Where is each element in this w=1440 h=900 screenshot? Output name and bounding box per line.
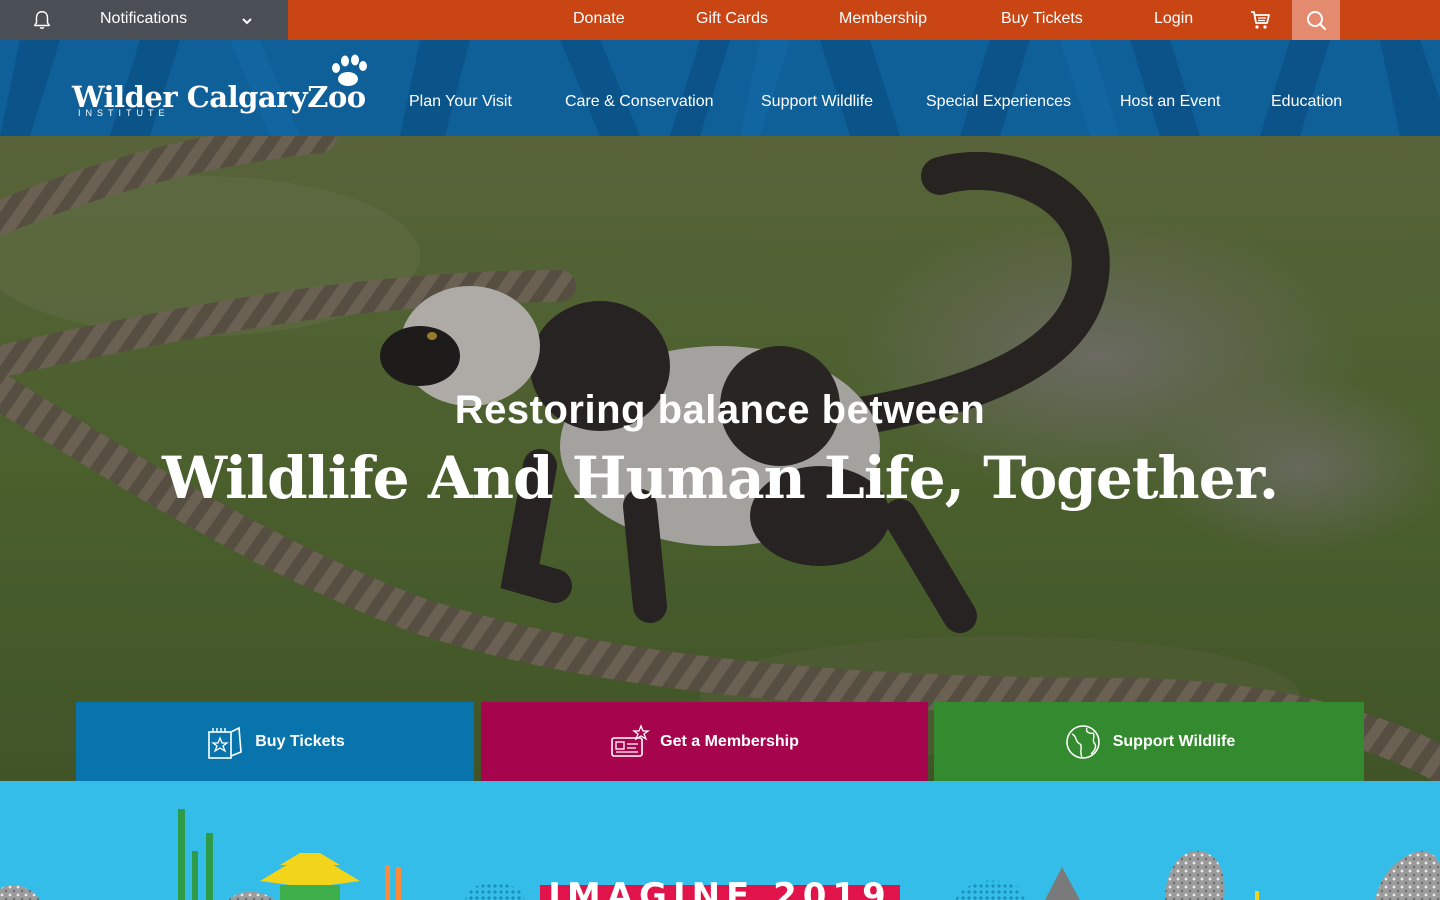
gift-cards-link[interactable]: Gift Cards <box>696 10 768 28</box>
promo-illustration: IMAGINE 2019 <box>0 809 1440 900</box>
globe-icon <box>1065 724 1100 759</box>
promo-banner: IMAGINE 2019 <box>0 781 1440 900</box>
ticket-icon <box>208 726 243 759</box>
search-button[interactable] <box>1292 0 1340 40</box>
donate-link[interactable]: Donate <box>573 10 625 28</box>
hero-section: Restoring balance between Wildlife And H… <box>0 136 1440 781</box>
notifications-label: Notifications <box>100 10 188 27</box>
hero-kicker: Restoring balance between <box>454 388 986 432</box>
membership-card-icon <box>611 723 651 757</box>
hero-title: Wildlife And Human Life, Together. <box>161 444 1279 512</box>
chevron-down-icon <box>242 18 252 25</box>
buy-tickets-cta[interactable]: Buy Tickets <box>76 702 474 781</box>
nav-support-wildlife[interactable]: Support Wildlife <box>761 93 873 111</box>
notifications-toggle[interactable]: Notifications <box>0 0 288 40</box>
buy-tickets-cta-label: Buy Tickets <box>255 732 345 750</box>
site-logo[interactable]: Wilder CalgaryZoo INSTITUTE <box>70 54 370 120</box>
get-membership-cta[interactable]: Get a Membership <box>481 702 928 781</box>
banner-title-fragment: IMAGINE 2019 <box>548 876 892 900</box>
cart-icon[interactable] <box>1248 8 1272 32</box>
support-wildlife-cta[interactable]: Support Wildlife <box>934 702 1364 781</box>
nav-care-conservation[interactable]: Care & Conservation <box>565 93 714 111</box>
logo-subtext: INSTITUTE <box>78 108 170 118</box>
main-navigation: Wilder CalgaryZoo INSTITUTE Plan Your Vi… <box>0 40 1440 136</box>
utility-bar: Notifications Donate Gift Cards Membersh… <box>0 0 1440 40</box>
nav-plan-your-visit[interactable]: Plan Your Visit <box>409 93 512 111</box>
membership-link[interactable]: Membership <box>839 10 927 28</box>
support-wildlife-cta-label: Support Wildlife <box>1112 732 1236 750</box>
buy-tickets-link[interactable]: Buy Tickets <box>1001 10 1083 28</box>
bell-icon <box>33 11 51 29</box>
nav-education[interactable]: Education <box>1271 93 1342 111</box>
login-link[interactable]: Login <box>1154 10 1193 28</box>
nav-host-an-event[interactable]: Host an Event <box>1120 93 1221 111</box>
nav-special-experiences[interactable]: Special Experiences <box>926 93 1071 111</box>
get-membership-cta-label: Get a Membership <box>660 732 799 750</box>
search-icon <box>1307 11 1327 31</box>
